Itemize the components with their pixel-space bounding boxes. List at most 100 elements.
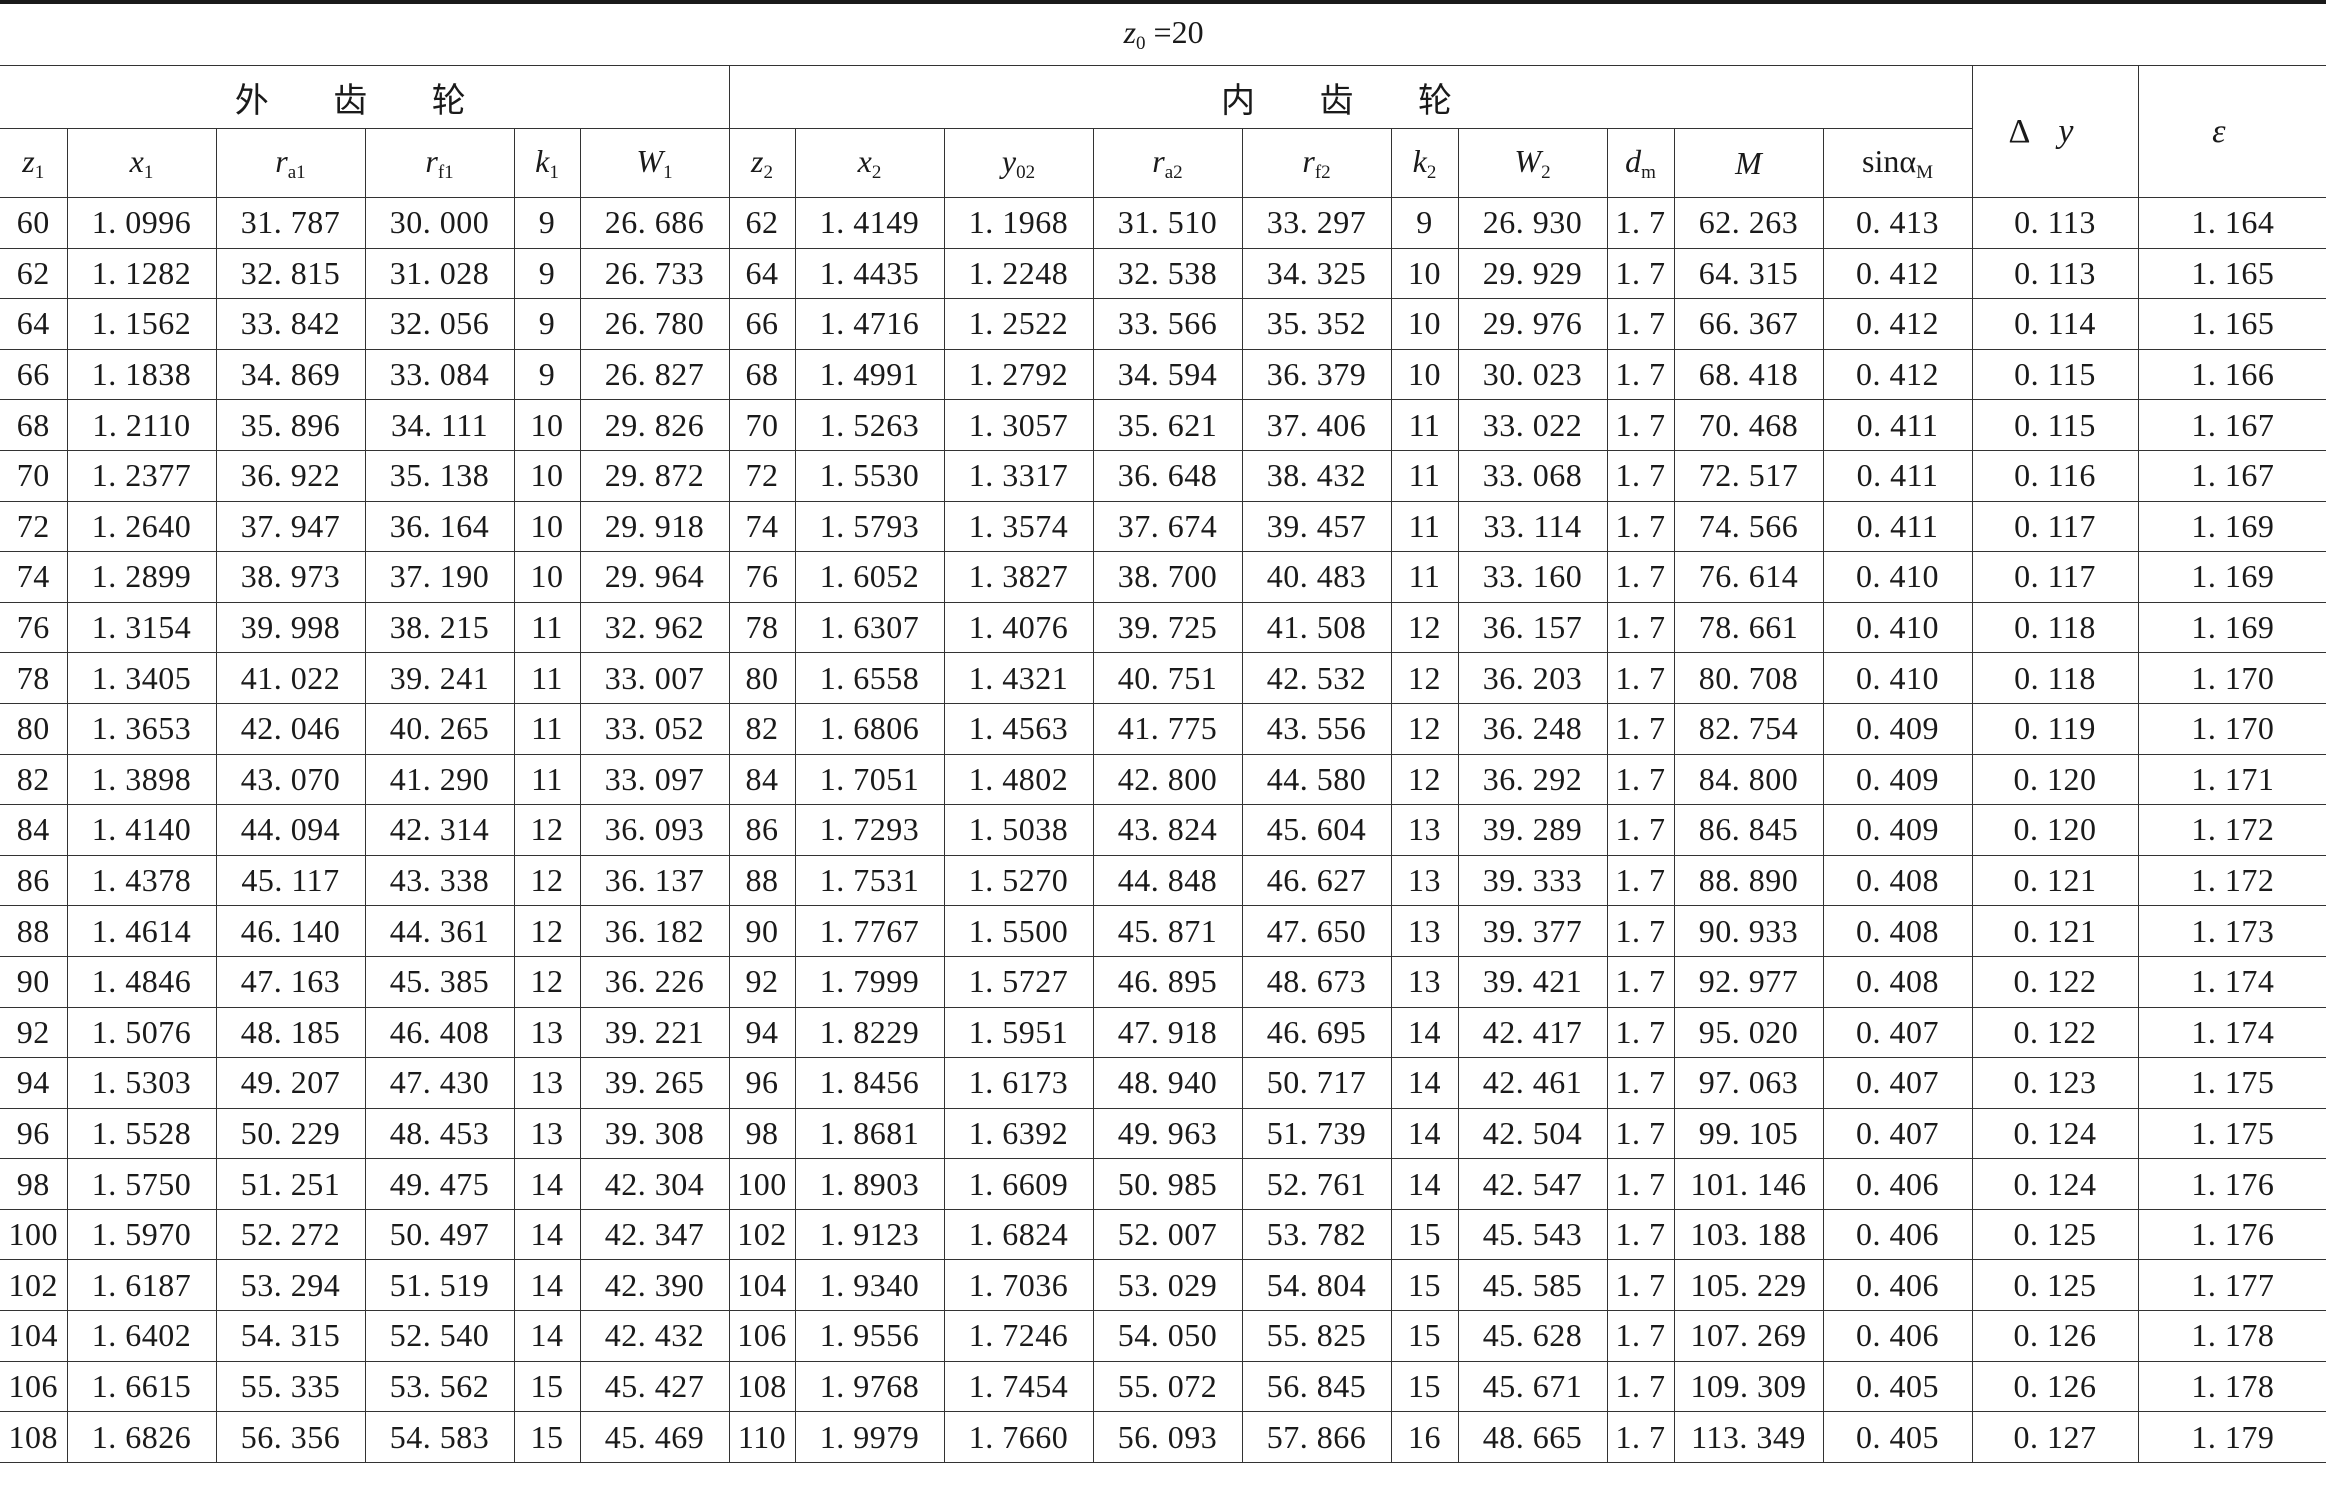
cell-k2: 13 xyxy=(1390,804,1459,856)
cell-w1: 26. 780 xyxy=(579,298,730,350)
cell-sin-alpha-m: 0. 408 xyxy=(1822,854,1973,907)
cell-ra2: 50. 985 xyxy=(1092,1158,1243,1210)
cell-rf1: 33. 084 xyxy=(364,348,515,401)
cell-m: 66. 367 xyxy=(1673,298,1824,350)
cell-rf2: 41. 508 xyxy=(1241,601,1392,654)
cell-z1: 86 xyxy=(0,854,68,907)
cell-x2: 1. 4435 xyxy=(794,247,945,300)
cell-k2: 15 xyxy=(1390,1208,1459,1261)
cell-x1: 1. 3405 xyxy=(66,652,217,704)
cell-z2: 86 xyxy=(728,804,796,856)
col-header-m: M xyxy=(1673,128,1824,198)
cell-y02: 1. 7036 xyxy=(943,1259,1094,1312)
cell-w1: 39. 308 xyxy=(579,1107,730,1160)
cell-dm: 1. 7 xyxy=(1606,1057,1675,1109)
cell-z1: 104 xyxy=(0,1310,68,1362)
col-header-dm: dm xyxy=(1606,128,1675,198)
cell-ra1: 31. 787 xyxy=(215,197,366,249)
cell-k2: 16 xyxy=(1390,1411,1459,1463)
cell-rf1: 51. 519 xyxy=(364,1259,515,1312)
cell-y02: 1. 6173 xyxy=(943,1057,1094,1109)
cell-y02: 1. 4563 xyxy=(943,702,1094,755)
cell-y02: 1. 5727 xyxy=(943,955,1094,1008)
cell-k1: 12 xyxy=(513,804,581,856)
cell-rf1: 36. 164 xyxy=(364,500,515,553)
cell-delta-y: 0. 120 xyxy=(1971,753,2139,806)
cell-delta-y: 0. 118 xyxy=(1971,652,2139,704)
table-row: 96 1. 5528 50. 229 48. 453 13 39. 308 98 1. 868… xyxy=(0,1107,2326,1160)
cell-z1: 68 xyxy=(0,399,68,451)
cell-sin-alpha-m: 0. 408 xyxy=(1822,955,1973,1008)
cell-ra1: 51. 251 xyxy=(215,1158,366,1210)
cell-epsilon: 1. 166 xyxy=(2137,348,2326,401)
cell-epsilon: 1. 174 xyxy=(2137,1006,2326,1059)
cell-sin-alpha-m: 0. 405 xyxy=(1822,1360,1973,1413)
cell-ra2: 34. 594 xyxy=(1092,348,1243,401)
cell-ra1: 47. 163 xyxy=(215,955,366,1008)
cell-dm: 1. 7 xyxy=(1606,551,1675,603)
cell-epsilon: 1. 176 xyxy=(2137,1158,2326,1210)
cell-rf2: 38. 432 xyxy=(1241,449,1392,502)
cell-delta-y: 0. 124 xyxy=(1971,1107,2139,1160)
cell-z1: 108 xyxy=(0,1411,68,1463)
table-row: 80 1. 3653 42. 046 40. 265 11 33. 052 82 1. 680… xyxy=(0,702,2326,755)
cell-m: 105. 229 xyxy=(1673,1259,1824,1312)
cell-m: 64. 315 xyxy=(1673,247,1824,300)
cell-x2: 1. 9123 xyxy=(794,1208,945,1261)
cell-k2: 14 xyxy=(1390,1107,1459,1160)
cell-w1: 36. 093 xyxy=(579,804,730,856)
cell-k1: 14 xyxy=(513,1310,581,1362)
table-row: 74 1. 2899 38. 973 37. 190 10 29. 964 76 1. 605… xyxy=(0,551,2326,603)
cell-x1: 1. 4846 xyxy=(66,955,217,1008)
cell-x2: 1. 5530 xyxy=(794,449,945,502)
cell-rf1: 38. 215 xyxy=(364,601,515,654)
cell-z1: 78 xyxy=(0,652,68,704)
cell-dm: 1. 7 xyxy=(1606,702,1675,755)
table-row: 104 1. 6402 54. 315 52. 540 14 42. 432 106 1. 9… xyxy=(0,1310,2326,1362)
cell-z2: 110 xyxy=(728,1411,796,1463)
cell-x1: 1. 2110 xyxy=(66,399,217,451)
col-header-rf1: rf1 xyxy=(364,128,515,198)
cell-x2: 1. 4149 xyxy=(794,197,945,249)
table-row: 86 1. 4378 45. 117 43. 338 12 36. 137 88 1. 753… xyxy=(0,854,2326,907)
cell-k1: 13 xyxy=(513,1057,581,1109)
cell-ra1: 37. 947 xyxy=(215,500,366,553)
cell-epsilon: 1. 165 xyxy=(2137,247,2326,300)
cell-delta-y: 0. 123 xyxy=(1971,1057,2139,1109)
cell-x1: 1. 4378 xyxy=(66,854,217,907)
cell-k2: 11 xyxy=(1390,399,1459,451)
cell-y02: 1. 2522 xyxy=(943,298,1094,350)
col-header-epsilon: ε xyxy=(2137,65,2326,198)
cell-rf1: 31. 028 xyxy=(364,247,515,300)
cell-m: 82. 754 xyxy=(1673,702,1824,755)
cell-delta-y: 0. 121 xyxy=(1971,854,2139,907)
col-header-w2: W2 xyxy=(1457,128,1608,198)
cell-w2: 33. 114 xyxy=(1457,500,1608,553)
cell-z1: 72 xyxy=(0,500,68,553)
cell-x1: 1. 1562 xyxy=(66,298,217,350)
table-row: 62 1. 1282 32. 815 31. 028 9 26. 733 64 1. 4435… xyxy=(0,247,2326,300)
cell-w2: 42. 417 xyxy=(1457,1006,1608,1059)
cell-z2: 80 xyxy=(728,652,796,704)
cell-ra2: 39. 725 xyxy=(1092,601,1243,654)
cell-delta-y: 0. 126 xyxy=(1971,1360,2139,1413)
cell-rf1: 37. 190 xyxy=(364,551,515,603)
cell-k1: 10 xyxy=(513,551,581,603)
cell-z1: 80 xyxy=(0,702,68,755)
cell-ra1: 52. 272 xyxy=(215,1208,366,1261)
cell-dm: 1. 7 xyxy=(1606,399,1675,451)
cell-m: 101. 146 xyxy=(1673,1158,1824,1210)
cell-k2: 15 xyxy=(1390,1360,1459,1413)
cell-ra2: 46. 895 xyxy=(1092,955,1243,1008)
cell-epsilon: 1. 172 xyxy=(2137,804,2326,856)
cell-ra1: 41. 022 xyxy=(215,652,366,704)
cell-sin-alpha-m: 0. 407 xyxy=(1822,1006,1973,1059)
cell-ra1: 49. 207 xyxy=(215,1057,366,1109)
cell-ra1: 32. 815 xyxy=(215,247,366,300)
cell-sin-alpha-m: 0. 409 xyxy=(1822,702,1973,755)
cell-k1: 14 xyxy=(513,1208,581,1261)
cell-z1: 60 xyxy=(0,197,68,249)
cell-epsilon: 1. 167 xyxy=(2137,399,2326,451)
cell-w2: 39. 333 xyxy=(1457,854,1608,907)
cell-w1: 33. 052 xyxy=(579,702,730,755)
